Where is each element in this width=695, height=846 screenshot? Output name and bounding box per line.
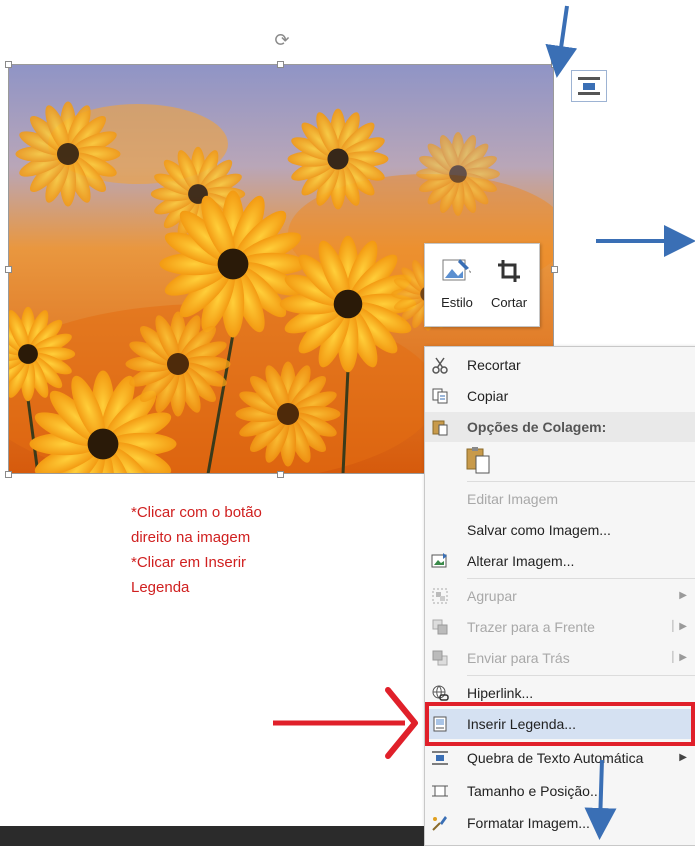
blue-arrow xyxy=(545,5,578,78)
blue-arrow xyxy=(584,759,617,840)
annotation-arrows xyxy=(273,5,695,840)
bottom-bar xyxy=(0,826,424,846)
